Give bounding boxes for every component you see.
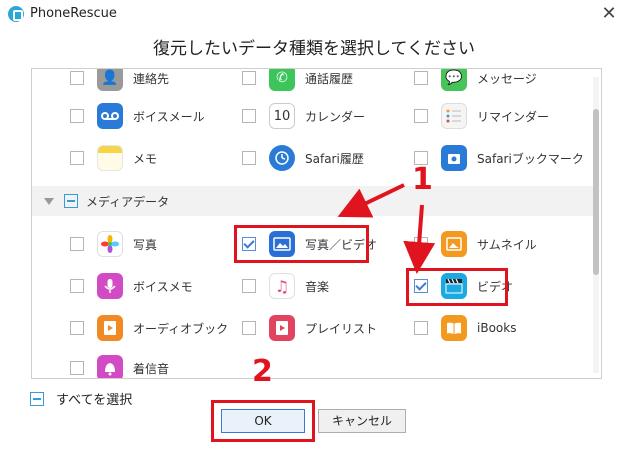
step-2-number: 2 xyxy=(252,354,273,389)
step-1-number: 1 xyxy=(412,162,433,197)
video-clapper-icon xyxy=(441,273,467,299)
playlist-icon xyxy=(269,315,295,341)
item-label: 着信音 xyxy=(133,361,170,376)
item-label: 写真／ビデオ xyxy=(305,237,378,252)
item-label: ボイスメール xyxy=(133,109,205,124)
dialog-heading: 復元したいデータ種類を選択してください xyxy=(153,39,475,59)
close-button[interactable]: ✕ xyxy=(598,3,620,25)
ibooks-icon xyxy=(441,315,467,341)
phonerescue-dialog: PhoneRescue ✕ 復元したいデータ種類を選択してください 👤 連絡先 … xyxy=(0,0,628,450)
safari-history-icon xyxy=(269,145,295,171)
music-icon: ♫ xyxy=(269,273,295,299)
vertical-scrollbar[interactable] xyxy=(593,77,599,373)
reminders-icon xyxy=(441,103,467,129)
item-safari-history[interactable]: Safari履歴 xyxy=(242,143,364,173)
item-notes[interactable]: メモ xyxy=(70,143,157,173)
item-label: Safari履歴 xyxy=(305,151,364,166)
item-photo-video[interactable]: 写真／ビデオ xyxy=(242,229,377,259)
voicemail-icon xyxy=(97,103,123,129)
checkbox[interactable] xyxy=(242,71,256,85)
item-label: iBooks xyxy=(477,321,517,335)
item-thumbnail[interactable]: サムネイル xyxy=(414,229,537,259)
checkbox[interactable] xyxy=(414,109,428,123)
calendar-icon: 10 xyxy=(269,103,295,129)
checkbox[interactable] xyxy=(70,321,84,335)
messages-icon: 💬 xyxy=(441,69,467,91)
select-all-label: すべてを選択 xyxy=(56,393,133,408)
item-label: 音楽 xyxy=(305,279,330,294)
checkbox[interactable] xyxy=(70,279,84,293)
item-music[interactable]: ♫ 音楽 xyxy=(242,271,329,301)
item-reminders[interactable]: リマインダー xyxy=(414,101,549,131)
audiobook-icon xyxy=(97,315,123,341)
item-messages[interactable]: 💬 メッセージ xyxy=(414,69,537,93)
item-photos[interactable]: 写真 xyxy=(70,229,157,259)
item-label: 通話履歴 xyxy=(305,71,354,86)
item-label: オーディオブック xyxy=(133,321,229,336)
item-label: サムネイル xyxy=(477,237,537,252)
notes-icon xyxy=(97,145,123,171)
voice-memo-icon xyxy=(97,273,123,299)
phonerescue-logo-icon xyxy=(8,6,24,22)
checkbox-checked[interactable] xyxy=(414,279,428,293)
item-label: リマインダー xyxy=(477,109,550,124)
item-call-history[interactable]: ✆ 通話履歴 xyxy=(242,69,354,93)
checkbox[interactable] xyxy=(414,321,428,335)
select-all-checkbox-partial[interactable] xyxy=(30,391,44,406)
item-playlist[interactable]: プレイリスト xyxy=(242,313,377,343)
cancel-button[interactable]: キャンセル xyxy=(318,409,406,433)
checkbox[interactable] xyxy=(70,71,84,85)
phone-icon: ✆ xyxy=(269,69,295,91)
checkbox[interactable] xyxy=(242,279,256,293)
item-label: カレンダー xyxy=(305,109,366,124)
item-label: 連絡先 xyxy=(133,71,170,86)
photo-video-icon xyxy=(269,231,295,257)
photos-icon xyxy=(97,231,123,257)
item-audiobook[interactable]: オーディオブック xyxy=(70,313,228,343)
item-ringtone[interactable]: 着信音 xyxy=(70,353,170,378)
item-label: Safariブックマーク xyxy=(477,151,584,166)
checkbox[interactable] xyxy=(414,237,428,251)
item-label: プレイリスト xyxy=(305,321,378,336)
checkbox[interactable] xyxy=(242,109,256,123)
item-label: ビデオ xyxy=(477,279,514,294)
checkbox[interactable] xyxy=(70,237,84,251)
checkbox[interactable] xyxy=(242,151,256,165)
collapse-arrow-icon[interactable] xyxy=(44,197,54,205)
item-calendar[interactable]: 10 カレンダー xyxy=(242,101,365,131)
item-safari-bookmark[interactable]: Safariブックマーク xyxy=(414,143,584,173)
checkbox[interactable] xyxy=(242,321,256,335)
item-contacts[interactable]: 👤 連絡先 xyxy=(70,69,170,93)
data-type-list: 👤 連絡先 ✆ 通話履歴 💬 メッセージ ボイスメール 10 カレンダー リマイ… xyxy=(31,68,602,379)
item-voice-memo[interactable]: ボイスメモ xyxy=(70,271,193,301)
item-label: 写真 xyxy=(133,237,158,252)
item-label: メッセージ xyxy=(477,71,537,86)
contacts-icon: 👤 xyxy=(97,69,123,91)
app-title: PhoneRescue xyxy=(30,6,117,21)
item-label: メモ xyxy=(133,151,158,166)
checkbox[interactable] xyxy=(70,109,84,123)
title-bar: PhoneRescue ✕ xyxy=(0,0,628,28)
safari-bookmark-icon xyxy=(441,145,467,171)
item-voicemail[interactable]: ボイスメール xyxy=(70,101,205,131)
bell-icon xyxy=(97,355,123,378)
item-video[interactable]: ビデオ xyxy=(414,271,513,301)
item-ibooks[interactable]: iBooks xyxy=(414,313,516,343)
ok-button[interactable]: OK xyxy=(221,409,305,433)
checkbox[interactable] xyxy=(414,71,428,85)
checkbox[interactable] xyxy=(70,151,84,165)
checkbox[interactable] xyxy=(70,361,84,375)
section-label: メディアデータ xyxy=(86,194,170,209)
scrollbar-thumb[interactable] xyxy=(593,109,599,275)
section-media-data[interactable]: メディアデータ xyxy=(32,186,598,216)
checkbox-checked[interactable] xyxy=(242,237,256,251)
item-label: ボイスメモ xyxy=(133,279,193,294)
thumbnail-icon xyxy=(441,231,467,257)
section-checkbox-partial[interactable] xyxy=(64,194,78,208)
select-all-control[interactable]: すべてを選択 xyxy=(30,389,132,408)
